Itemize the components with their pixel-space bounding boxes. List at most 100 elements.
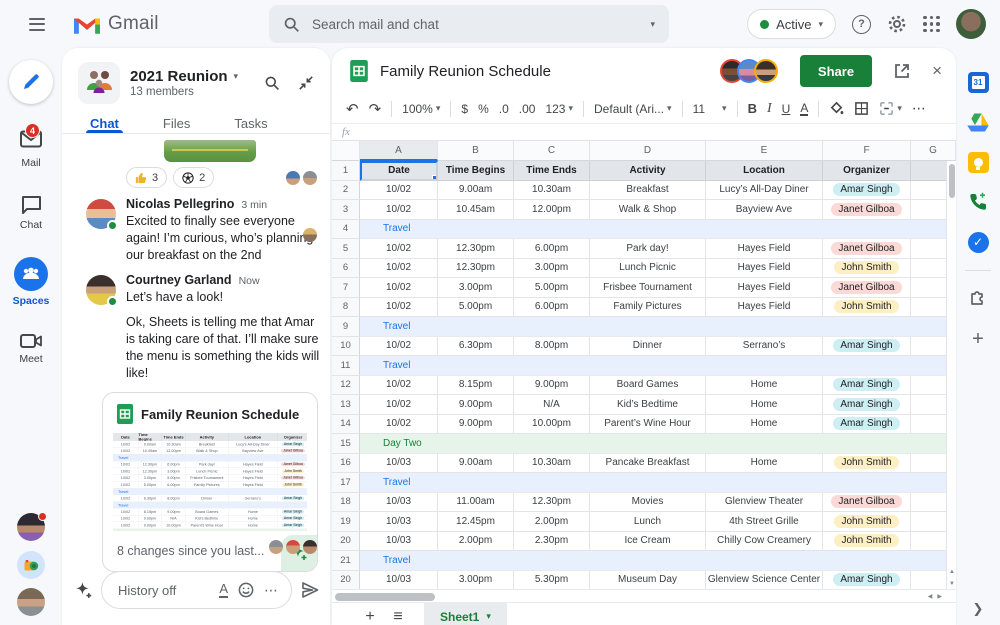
cell[interactable]: John Smith	[823, 531, 911, 551]
row-number[interactable]: 12	[332, 375, 360, 395]
cell[interactable]: 10/03	[360, 570, 438, 589]
cell[interactable]: 9.00pm	[438, 395, 514, 415]
tasks-icon[interactable]: ✓	[958, 222, 998, 262]
cell[interactable]: 12.30pm	[438, 258, 514, 278]
cell[interactable]: 10/02	[360, 239, 438, 259]
cell[interactable]: Organizer	[823, 161, 911, 181]
cell[interactable]: Amar Singh	[823, 395, 911, 415]
add-shortcut-icon[interactable]: +	[958, 319, 998, 359]
cell[interactable]: 10/03	[360, 531, 438, 551]
pinned-chat-avatar-camera[interactable]	[0, 551, 62, 579]
cell[interactable]: Janet Gilboa	[823, 492, 911, 512]
cell[interactable]: 11.00am	[438, 492, 514, 512]
tab-files[interactable]: Files	[163, 116, 190, 133]
keep-icon[interactable]	[958, 142, 998, 182]
cell[interactable]: Janet Gilboa	[823, 200, 911, 220]
cell[interactable]: Hayes Field	[706, 239, 823, 259]
row-number[interactable]: 2	[332, 180, 360, 200]
cell[interactable]: Lunch	[590, 512, 706, 532]
cell[interactable]: Home	[706, 375, 823, 395]
column-header-E[interactable]: E	[706, 141, 823, 161]
cell[interactable]: Home	[706, 395, 823, 415]
cell[interactable]: 3.00pm	[514, 258, 590, 278]
row-number[interactable]: 20	[332, 531, 360, 551]
pinned-chat-avatar-2[interactable]	[0, 588, 62, 616]
scrollbar-thumb[interactable]	[949, 164, 955, 198]
cell[interactable]: 10/02	[360, 180, 438, 200]
cell[interactable]: 8.15pm	[438, 375, 514, 395]
row-number[interactable]: 20	[332, 570, 360, 589]
sender-avatar[interactable]	[86, 199, 118, 231]
cell[interactable]: 12.00pm	[514, 200, 590, 220]
cell[interactable]: 10/02	[360, 297, 438, 317]
cell[interactable]: Amar Singh	[823, 375, 911, 395]
column-header-C[interactable]: C	[514, 141, 590, 161]
cell[interactable]: Janet Gilboa	[823, 278, 911, 298]
redo-icon[interactable]: ↷	[369, 100, 382, 118]
merge-cells-button[interactable]: ▾	[879, 101, 902, 116]
cell[interactable]: Board Games	[590, 375, 706, 395]
row-number[interactable]: 5	[332, 239, 360, 259]
cell[interactable]: 10/02	[360, 414, 438, 434]
bold-button[interactable]: B	[748, 101, 757, 116]
cell[interactable]: Glenview Science Center	[706, 570, 823, 589]
cell[interactable]: Parent’s Wine Hour	[590, 414, 706, 434]
cell[interactable]: Amar Singh	[823, 180, 911, 200]
row-number[interactable]: 10	[332, 336, 360, 356]
cell[interactable]: Chilly Cow Creamery	[706, 531, 823, 551]
sidebar-item-mail[interactable]: 4 Mail	[20, 123, 42, 169]
cell[interactable]: John Smith	[823, 512, 911, 532]
format-currency-button[interactable]: $	[461, 102, 468, 116]
cell[interactable]: 10/02	[360, 336, 438, 356]
cell[interactable]: Park day!	[590, 239, 706, 259]
collapse-icon[interactable]	[298, 75, 314, 91]
cell[interactable]: 10/02	[360, 200, 438, 220]
cell[interactable]: 2.30pm	[514, 531, 590, 551]
cell[interactable]: 10.30am	[514, 180, 590, 200]
cell[interactable]: 12.30pm	[438, 239, 514, 259]
cell[interactable]: Amar Singh	[823, 414, 911, 434]
fill-color-icon[interactable]	[829, 101, 844, 116]
cell[interactable]: 10/03	[360, 453, 438, 473]
row-number[interactable]: 13	[332, 395, 360, 415]
cell[interactable]: 9.00pm	[438, 414, 514, 434]
underline-button[interactable]: U	[782, 102, 791, 116]
row-number[interactable]: 3	[332, 200, 360, 220]
cell[interactable]: 2.00pm	[438, 531, 514, 551]
row-number[interactable]: 14	[332, 414, 360, 434]
cell[interactable]: Janet Gilboa	[823, 239, 911, 259]
cell[interactable]: 10/03	[360, 492, 438, 512]
row-number[interactable]: 6	[332, 258, 360, 278]
row-number[interactable]: 16	[332, 453, 360, 473]
row-number[interactable]: 17	[332, 473, 360, 493]
cell[interactable]: Movies	[590, 492, 706, 512]
cell[interactable]: N/A	[514, 395, 590, 415]
space-title-row[interactable]: 2021 Reunion ▾	[130, 68, 254, 85]
shared-photo-thumbnail[interactable]	[164, 140, 256, 162]
chat-search-icon[interactable]	[264, 75, 280, 91]
zoom-select[interactable]: 100% ▾	[402, 102, 440, 116]
reaction-soccer[interactable]: 2	[173, 167, 215, 188]
cell[interactable]: Location	[706, 161, 823, 181]
format-percent-button[interactable]: %	[478, 102, 489, 116]
italic-button[interactable]: I	[767, 101, 772, 117]
open-in-new-icon[interactable]	[894, 63, 910, 79]
settings-gear-icon[interactable]	[887, 14, 907, 34]
cell[interactable]: 12.30pm	[514, 492, 590, 512]
column-header-A[interactable]: A	[360, 141, 438, 161]
cell[interactable]: Family Pictures	[590, 297, 706, 317]
search-options-chevron-icon[interactable]: ▾	[650, 19, 655, 30]
text-color-button[interactable]: A	[800, 102, 809, 116]
cell[interactable]: 9.00am	[438, 453, 514, 473]
get-add-ons-puzzle-icon[interactable]	[958, 279, 998, 319]
cell[interactable]: 10/03	[360, 512, 438, 532]
cell[interactable]: Frisbee Tournament	[590, 278, 706, 298]
cell[interactable]: 3.00pm	[438, 278, 514, 298]
cell[interactable]: Amar Singh	[823, 570, 911, 589]
scroll-down-icon[interactable]: ▼	[949, 581, 955, 587]
corner-cell[interactable]	[332, 141, 360, 161]
sidebar-item-spaces[interactable]: Spaces	[13, 257, 49, 307]
column-header-B[interactable]: B	[438, 141, 514, 161]
cell[interactable]: Pancake Breakfast	[590, 453, 706, 473]
cell[interactable]: 9.00pm	[514, 375, 590, 395]
